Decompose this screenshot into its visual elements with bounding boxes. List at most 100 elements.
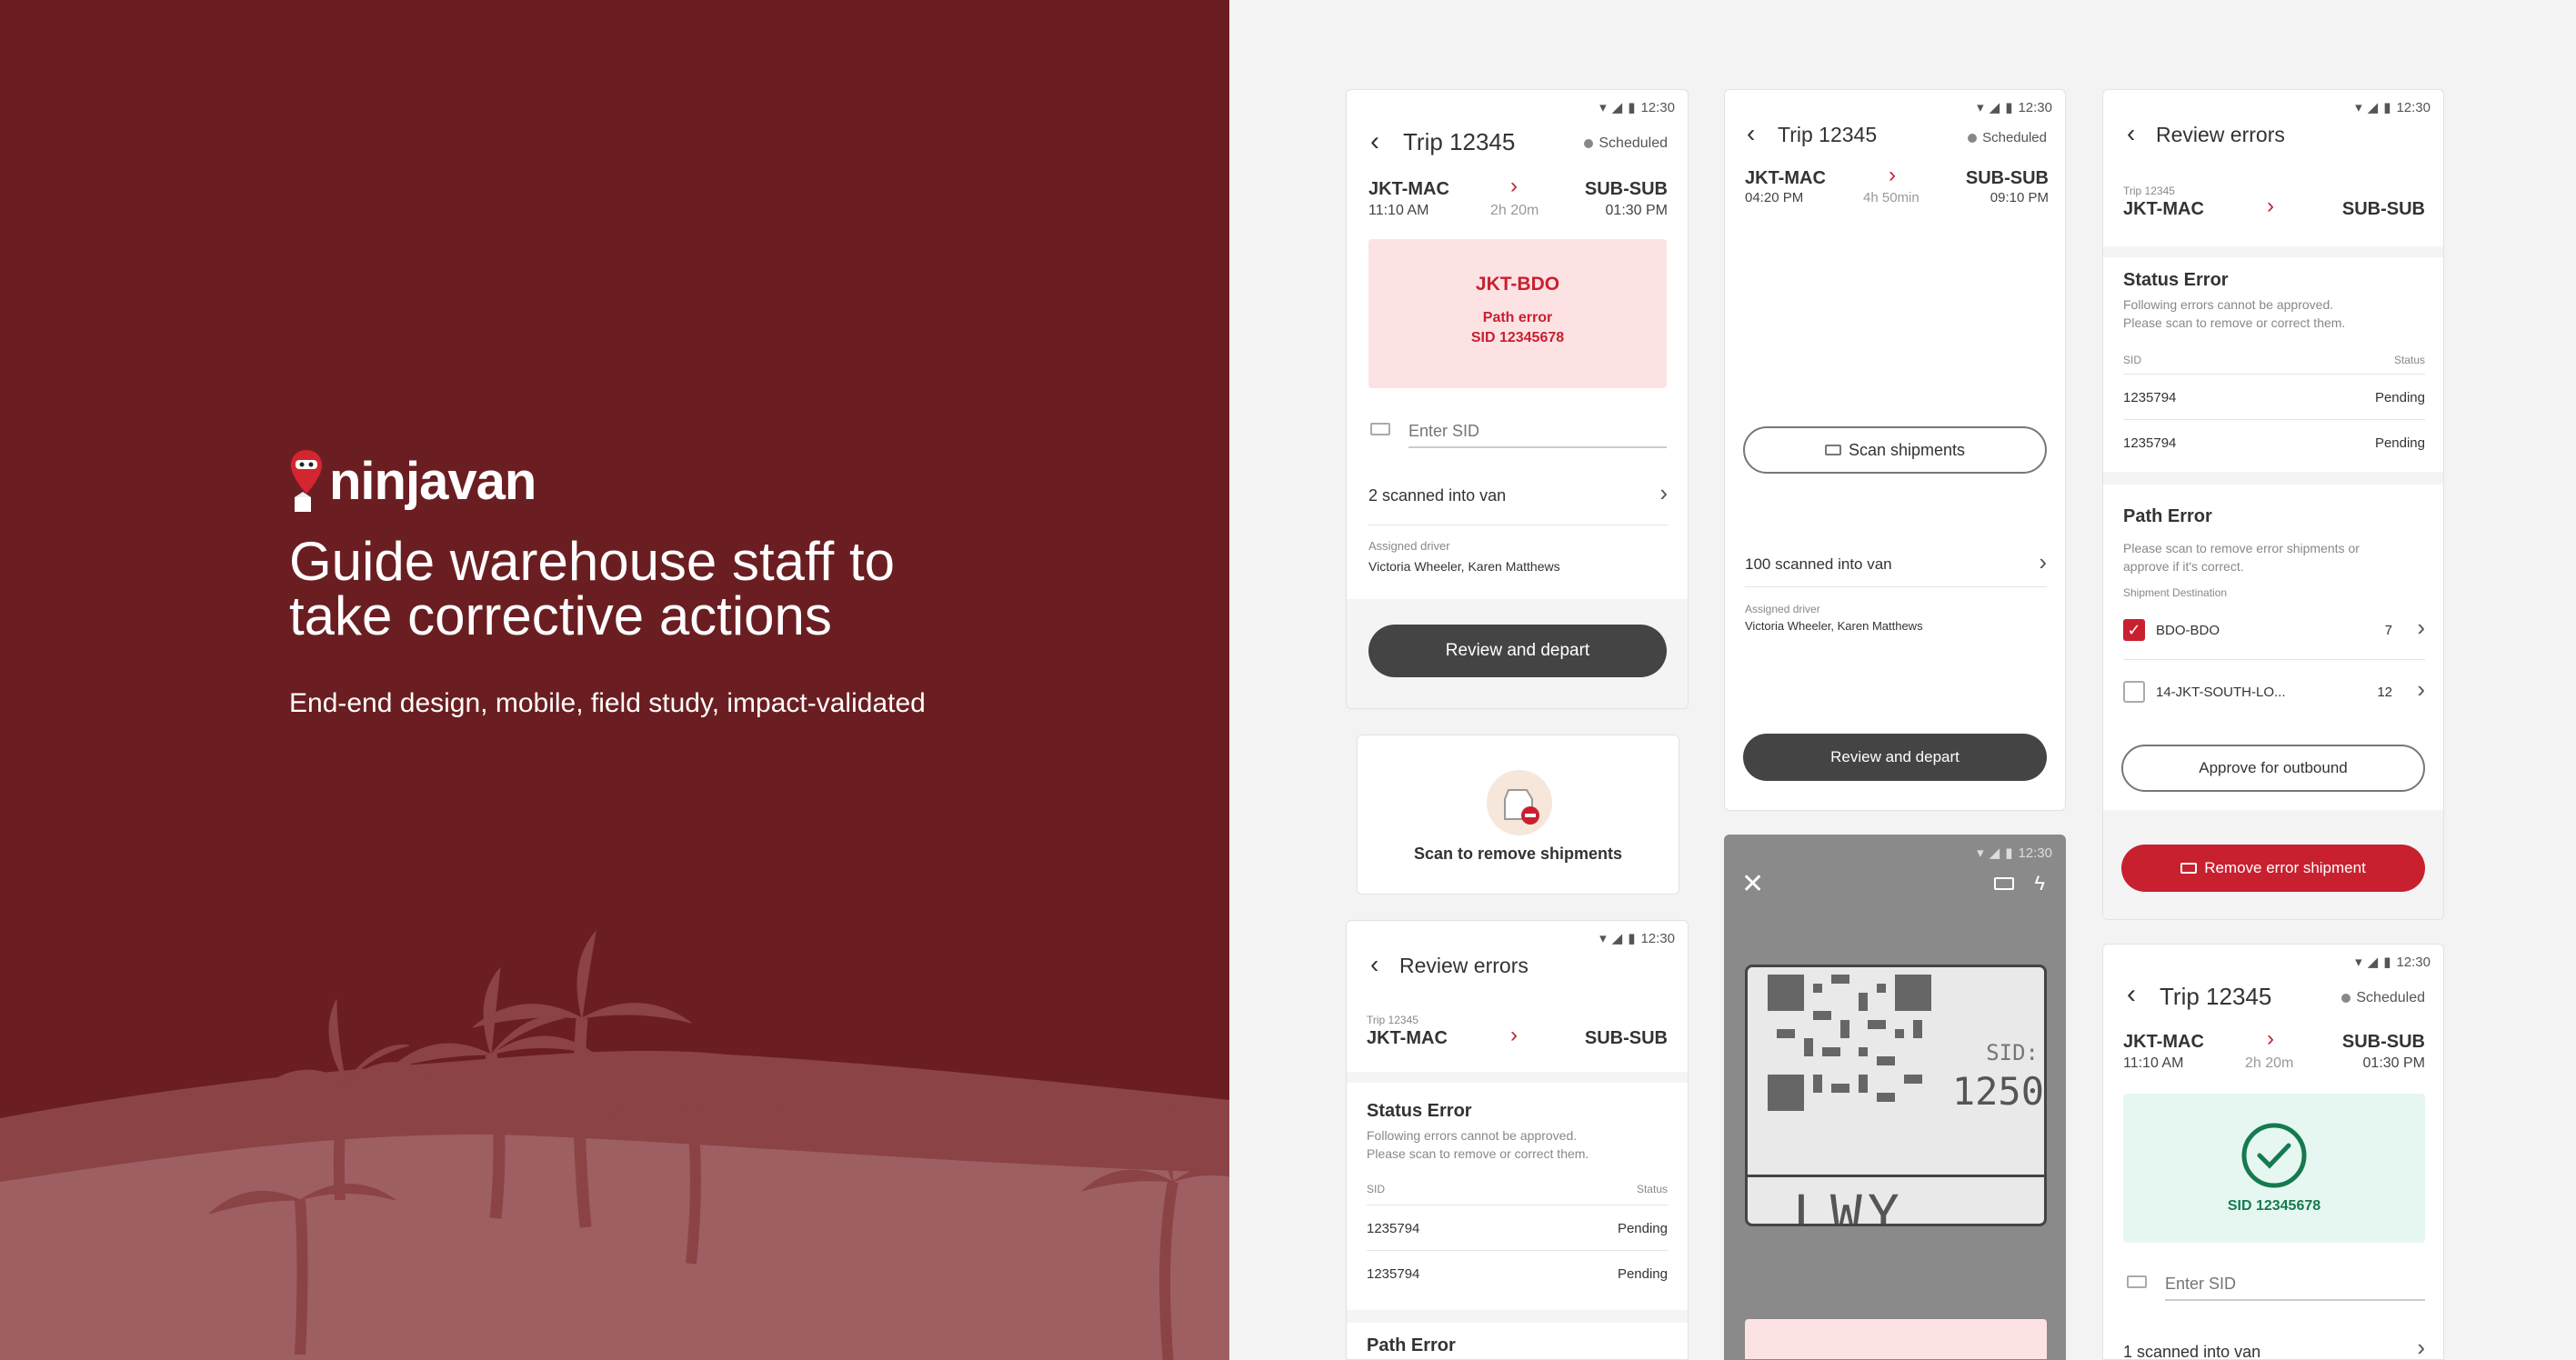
chevron-right-icon[interactable]: › <box>2417 614 2425 642</box>
trip-ref: Trip 12345 <box>2123 185 2175 197</box>
close-icon[interactable]: ✕ <box>1741 868 1764 900</box>
keyboard-icon[interactable] <box>1994 877 2014 890</box>
trip-screen-success: ▾ ◢ ▮ 12:30 ‹ Trip 12345 Scheduled JKT-M… <box>2102 944 2444 1360</box>
section-gap <box>2103 246 2443 257</box>
flash-off-icon[interactable]: ϟ <box>2034 872 2045 895</box>
to-time: 01:30 PM <box>2362 1055 2425 1071</box>
checkbox-unchecked[interactable] <box>2123 681 2145 703</box>
row-sid: 1235794 <box>2123 390 2177 405</box>
palm-desert-illustration <box>0 930 1229 1360</box>
scanned-count[interactable]: 1 scanned into van <box>2123 1343 2260 1359</box>
error-card: JKT-BDO Path error SID 12345678 <box>1368 239 1667 388</box>
assigned-drivers: Victoria Wheeler, Karen Matthews <box>1368 559 1560 574</box>
wifi-icon: ▾ <box>1977 100 1984 115</box>
status-bar: ▾ ◢ ▮ 12:30 <box>2355 954 2431 971</box>
route-arrow-icon: › <box>2267 1026 2274 1051</box>
hero-headline: Guide warehouse staff to take corrective… <box>289 535 1035 644</box>
trip-title: Trip 12345 <box>1403 128 1516 155</box>
divider <box>2123 659 2425 660</box>
checkbox-checked[interactable]: ✓ <box>2123 619 2145 641</box>
status-dot-icon <box>1584 139 1594 148</box>
wifi-icon: ▾ <box>1977 845 1984 861</box>
scan-shipments-button[interactable]: Scan shipments <box>1743 426 2047 474</box>
destination-name: BDO-BDO <box>2156 623 2220 638</box>
error-type: Path error <box>1482 310 1553 325</box>
battery-icon: ▮ <box>2005 845 2013 861</box>
scanned-count[interactable]: 100 scanned into van <box>1745 555 1892 574</box>
divider <box>2123 419 2425 420</box>
chevron-right-icon[interactable]: › <box>2039 548 2047 576</box>
section-gap <box>1347 1310 1688 1323</box>
chevron-right-icon[interactable]: › <box>1659 479 1668 507</box>
col-status-header: Status <box>2393 354 2425 366</box>
to-station: SUB-SUB <box>2341 1032 2425 1052</box>
divider <box>1745 586 2047 587</box>
review-and-depart-button[interactable]: Review and depart <box>1743 734 2047 781</box>
from-station: JKT-MAC <box>2123 199 2204 219</box>
status-time: 12:30 <box>2396 99 2431 115</box>
battery-icon: ▮ <box>1628 100 1636 115</box>
row-sid: 1235794 <box>1367 1221 1420 1236</box>
path-error-title: Path Error <box>1367 1335 1456 1355</box>
headline-line-1: Guide warehouse staff to <box>289 531 895 592</box>
to-station: SUB-SUB <box>1965 168 2049 188</box>
review-and-depart-button[interactable]: Review and depart <box>1368 625 1667 677</box>
scan-to-remove-card[interactable]: Scan to remove shipments <box>1357 735 1679 895</box>
from-station: JKT-MAC <box>1368 179 1449 199</box>
col-sid-header: SID <box>1367 1183 1386 1195</box>
from-time: 11:10 AM <box>1368 203 1429 218</box>
error-sid: SID 12345678 <box>1470 330 1565 345</box>
row-sid: 1235794 <box>1367 1266 1420 1282</box>
hero-subline: End-end design, mobile, field study, imp… <box>289 688 926 718</box>
chevron-right-icon[interactable]: › <box>2417 675 2425 704</box>
scan-result-strip <box>1745 1319 2047 1359</box>
trip-title: Trip 12345 <box>1778 123 1878 146</box>
status-dot-icon <box>1968 133 1978 143</box>
signal-icon: ◢ <box>2367 955 2379 970</box>
chevron-right-icon[interactable]: › <box>2417 1334 2425 1359</box>
sid-input[interactable] <box>1408 415 1667 448</box>
parcel-remove-icon <box>1487 770 1552 835</box>
back-icon[interactable]: ‹ <box>2127 119 2135 148</box>
remove-error-shipment-button[interactable]: Remove error shipment <box>2121 845 2425 892</box>
section-gap <box>2103 472 2443 485</box>
status-bar: ▾ ◢ ▮ 12:30 <box>1599 99 1675 116</box>
to-time: 09:10 PM <box>1990 190 2049 205</box>
status-bar: ▾ ◢ ▮ 12:30 <box>2355 99 2431 116</box>
wifi-icon: ▾ <box>2355 955 2362 970</box>
status-time: 12:30 <box>2018 845 2052 861</box>
back-icon[interactable]: ‹ <box>1370 950 1378 979</box>
destination-count: 12 <box>2377 685 2392 700</box>
trip-duration: 2h 20m <box>1490 203 1539 218</box>
trip-status-badge: Scheduled <box>1968 130 2047 145</box>
scanned-count[interactable]: 2 scanned into van <box>1368 486 1506 505</box>
scan-to-remove-label: Scan to remove shipments <box>1413 845 1623 863</box>
status-error-title: Status Error <box>1367 1101 1472 1121</box>
status-error-desc-2: Please scan to remove or correct them. <box>1367 1146 1589 1161</box>
signal-icon: ◢ <box>1611 931 1623 946</box>
success-sid: SID 12345678 <box>2227 1198 2321 1214</box>
status-error-desc-1: Following errors cannot be approved. <box>2123 297 2334 312</box>
label-number-text: 1250 <box>1951 1069 2044 1114</box>
barcode-icon <box>2127 1275 2147 1288</box>
row-status: Pending <box>2374 435 2425 451</box>
approve-for-outbound-button[interactable]: Approve for outbound <box>2121 745 2425 792</box>
status-time: 12:30 <box>1640 99 1675 115</box>
ninja-mascot-icon <box>291 450 322 512</box>
route-arrow-icon: › <box>1510 1023 1518 1047</box>
destination-name: 14-JKT-SOUTH-LO... <box>2156 685 2286 700</box>
sid-input[interactable] <box>2165 1268 2425 1301</box>
trip-status-badge: Scheduled <box>2341 990 2425 1006</box>
back-icon[interactable]: ‹ <box>1370 126 1379 157</box>
from-time: 04:20 PM <box>1745 190 1804 205</box>
back-icon[interactable]: ‹ <box>2127 979 2136 1010</box>
divider <box>2123 374 2425 375</box>
col-sid-header: SID <box>2123 354 2142 366</box>
status-time: 12:30 <box>2396 954 2431 970</box>
route-arrow-icon: › <box>1510 174 1518 198</box>
battery-icon: ▮ <box>2005 100 2013 115</box>
signal-icon: ◢ <box>1989 100 2000 115</box>
back-icon[interactable]: ‹ <box>1747 119 1755 148</box>
trip-duration: 4h 50min <box>1863 190 1919 205</box>
route-arrow-icon: › <box>2267 194 2274 218</box>
